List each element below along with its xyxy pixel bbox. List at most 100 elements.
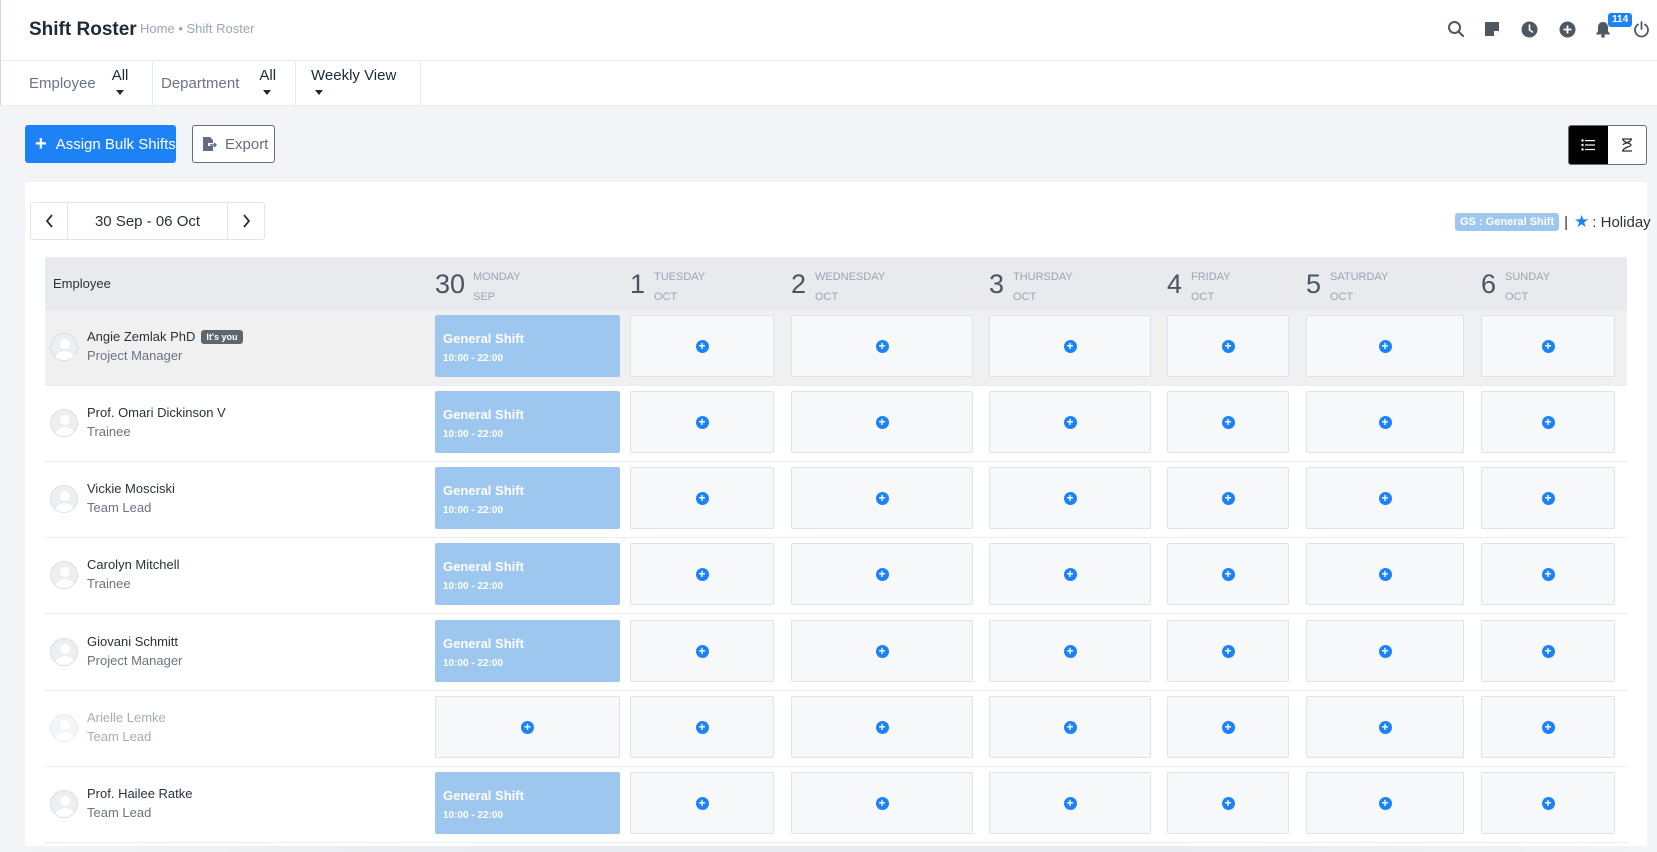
add-shift-cell[interactable]: +	[1481, 315, 1615, 377]
shift-block[interactable]: General Shift 10:00 - 22:00	[435, 772, 620, 834]
add-shift-cell[interactable]: +	[1481, 772, 1615, 834]
add-shift-cell[interactable]: +	[630, 315, 774, 377]
previous-week-button[interactable]	[31, 203, 67, 239]
add-shift-icon[interactable]: +	[1221, 415, 1235, 429]
employee-name-text[interactable]: Carolyn Mitchell	[87, 557, 179, 572]
add-shift-cell[interactable]: +	[989, 696, 1151, 758]
shift-block[interactable]: General Shift 10:00 - 22:00	[435, 315, 620, 377]
avatar[interactable]	[50, 561, 78, 589]
add-shift-icon[interactable]: +	[695, 796, 709, 810]
add-shift-cell[interactable]: +	[989, 315, 1151, 377]
add-shift-cell[interactable]: +	[630, 543, 774, 605]
add-shift-cell[interactable]: +	[630, 772, 774, 834]
shift-block[interactable]: General Shift 10:00 - 22:00	[435, 391, 620, 453]
employee-name[interactable]: Prof. Omari Dickinson V	[87, 405, 226, 420]
add-shift-cell[interactable]: +	[1481, 543, 1615, 605]
add-shift-cell[interactable]: +	[791, 772, 973, 834]
add-shift-icon[interactable]: +	[1378, 567, 1392, 581]
plus-circle-icon[interactable]	[1556, 18, 1578, 40]
add-shift-cell[interactable]: +	[630, 696, 774, 758]
add-shift-icon[interactable]: +	[1221, 491, 1235, 505]
add-shift-cell[interactable]: +	[1306, 543, 1464, 605]
add-shift-icon[interactable]: +	[1063, 644, 1077, 658]
add-shift-icon[interactable]: +	[521, 720, 534, 734]
add-shift-cell[interactable]: +	[1167, 772, 1289, 834]
department-filter-value[interactable]: All	[259, 67, 279, 101]
employee-name[interactable]: Carolyn Mitchell	[87, 557, 179, 572]
add-shift-icon[interactable]: +	[1063, 491, 1077, 505]
add-shift-cell[interactable]: +	[435, 696, 620, 758]
add-shift-cell[interactable]: +	[1167, 696, 1289, 758]
add-shift-icon[interactable]: +	[1541, 567, 1555, 581]
timeline-view-button[interactable]	[1608, 126, 1647, 164]
employee-filter-value[interactable]: All	[112, 67, 136, 101]
add-shift-icon[interactable]: +	[1378, 720, 1392, 734]
add-shift-cell[interactable]: +	[791, 315, 973, 377]
add-shift-cell[interactable]: +	[1306, 467, 1464, 529]
employee-filter[interactable]: Employee All	[1, 61, 153, 106]
add-shift-icon[interactable]: +	[875, 644, 889, 658]
employee-name-text[interactable]: Vickie Mosciski	[87, 481, 175, 496]
shift-block[interactable]: General Shift 10:00 - 22:00	[435, 467, 620, 529]
employee-name[interactable]: Angie Zemlak PhD It's you	[87, 329, 243, 344]
add-shift-cell[interactable]: +	[791, 467, 973, 529]
employee-name-text[interactable]: Arielle Lemke	[87, 710, 166, 725]
add-shift-cell[interactable]: +	[1481, 696, 1615, 758]
power-icon[interactable]	[1630, 18, 1652, 40]
add-shift-icon[interactable]: +	[1063, 720, 1077, 734]
add-shift-cell[interactable]: +	[791, 391, 973, 453]
add-shift-icon[interactable]: +	[1221, 339, 1235, 353]
add-shift-icon[interactable]: +	[695, 491, 709, 505]
employee-name[interactable]: Prof. Hailee Ratke	[87, 786, 193, 801]
add-shift-icon[interactable]: +	[1221, 567, 1235, 581]
add-shift-cell[interactable]: +	[989, 620, 1151, 682]
add-shift-icon[interactable]: +	[1541, 720, 1555, 734]
add-shift-cell[interactable]: +	[791, 696, 973, 758]
add-shift-cell[interactable]: +	[1306, 620, 1464, 682]
add-shift-cell[interactable]: +	[1481, 391, 1615, 453]
add-shift-icon[interactable]: +	[875, 796, 889, 810]
add-shift-cell[interactable]: +	[1481, 620, 1615, 682]
add-shift-cell[interactable]: +	[630, 391, 774, 453]
sticky-note-icon[interactable]	[1481, 18, 1503, 40]
add-shift-cell[interactable]: +	[1167, 467, 1289, 529]
employee-name-text[interactable]: Giovani Schmitt	[87, 634, 178, 649]
avatar[interactable]	[50, 409, 78, 437]
add-shift-cell[interactable]: +	[1306, 315, 1464, 377]
add-shift-cell[interactable]: +	[791, 620, 973, 682]
add-shift-icon[interactable]: +	[875, 491, 889, 505]
avatar[interactable]	[50, 790, 78, 818]
add-shift-cell[interactable]: +	[1167, 391, 1289, 453]
add-shift-cell[interactable]: +	[1306, 696, 1464, 758]
add-shift-cell[interactable]: +	[989, 467, 1151, 529]
add-shift-icon[interactable]: +	[695, 339, 709, 353]
add-shift-cell[interactable]: +	[1306, 772, 1464, 834]
add-shift-icon[interactable]: +	[1063, 339, 1077, 353]
add-shift-icon[interactable]: +	[1063, 415, 1077, 429]
add-shift-icon[interactable]: +	[695, 567, 709, 581]
list-view-button[interactable]	[1569, 126, 1608, 164]
add-shift-icon[interactable]: +	[1541, 415, 1555, 429]
employee-name[interactable]: Vickie Mosciski	[87, 481, 175, 496]
next-week-button[interactable]	[228, 203, 264, 239]
shift-block[interactable]: General Shift 10:00 - 22:00	[435, 543, 620, 605]
add-shift-cell[interactable]: +	[630, 620, 774, 682]
add-shift-icon[interactable]: +	[695, 644, 709, 658]
avatar[interactable]	[50, 333, 78, 361]
view-filter-value[interactable]: Weekly View	[311, 67, 404, 101]
employee-name[interactable]: Giovani Schmitt	[87, 634, 178, 649]
add-shift-icon[interactable]: +	[1221, 720, 1235, 734]
add-shift-icon[interactable]: +	[1378, 491, 1392, 505]
employee-name[interactable]: Arielle Lemke	[87, 710, 166, 725]
add-shift-icon[interactable]: +	[875, 567, 889, 581]
shift-block[interactable]: General Shift 10:00 - 22:00	[435, 620, 620, 682]
add-shift-cell[interactable]: +	[1167, 315, 1289, 377]
add-shift-cell[interactable]: +	[1306, 391, 1464, 453]
clock-icon[interactable]	[1518, 18, 1540, 40]
add-shift-icon[interactable]: +	[875, 720, 889, 734]
employee-name-text[interactable]: Prof. Omari Dickinson V	[87, 405, 226, 420]
avatar[interactable]	[50, 638, 78, 666]
add-shift-icon[interactable]: +	[1541, 796, 1555, 810]
add-shift-icon[interactable]: +	[1063, 796, 1077, 810]
add-shift-cell[interactable]: +	[989, 543, 1151, 605]
